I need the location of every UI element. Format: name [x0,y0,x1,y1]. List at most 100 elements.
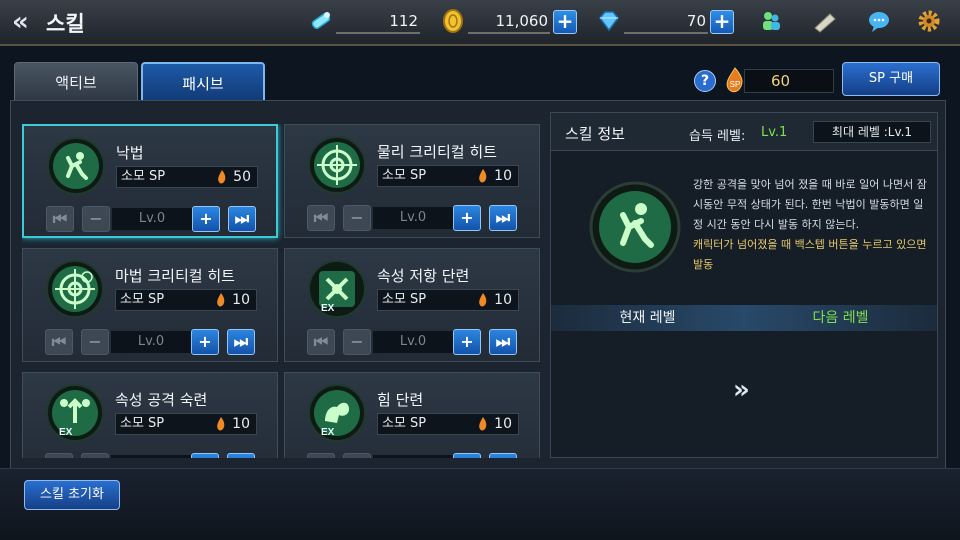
current-level-label: 현재 레벨 [619,310,676,326]
first-level-button[interactable]: ⏮ [46,206,74,232]
svg-text:EX: EX [321,303,335,314]
skill-cost: 소모 SP 10 [377,413,519,435]
skill-name: 낙법 [116,144,144,162]
first-level-button[interactable]: ⏮ [45,329,73,355]
sp-buy-button[interactable]: SP 구매 [842,62,940,96]
cost-label: 소모 SP [120,416,165,431]
skill-name: 물리 크리티컬 히트 [377,143,497,161]
page-title: 스킬 [46,12,85,36]
level-controls: ⏮ − Lv.0 + ⏭ [307,205,517,231]
energy-value: 112 [389,12,418,30]
max-level: 최대 레벨 :Lv.1 [813,121,931,143]
level-controls: ⏮ − Lv.0 + ⏭ [45,329,255,355]
cost-label: 소모 SP [120,292,165,307]
gear-icon[interactable] [916,8,942,34]
cost-value: 10 [232,416,250,432]
tab-active[interactable]: 액티브 [14,62,138,102]
info-title: 스킬 정보 [565,125,625,143]
skill-card[interactable]: EX 힘 단련 소모 SP 10 ⏮ − + ⏭ [284,372,540,458]
help-icon[interactable]: ? [694,70,716,92]
back-arrow-icon[interactable]: « [12,6,42,38]
skill-card[interactable]: EX 속성 공격 숙련 소모 SP 10 ⏮ − + ⏭ [22,372,278,458]
plus-button[interactable]: + [191,329,219,355]
minus-button[interactable]: − [81,453,109,458]
add-diamond-button[interactable]: + [710,10,734,34]
cost-value: 50 [233,169,251,185]
gold-value: 11,060 [495,12,549,30]
skill-cost: 소모 SP 10 [115,413,257,435]
first-level-button[interactable]: ⏮ [45,453,73,458]
first-level-button[interactable]: ⏮ [307,329,335,355]
add-gold-button[interactable]: + [553,10,577,34]
skill-card[interactable]: 마법 크리티컬 히트 소모 SP 10 ⏮ − Lv.0 + ⏭ [22,248,278,362]
minus-button[interactable]: − [343,329,371,355]
svg-text:SP: SP [730,80,741,89]
mail-icon[interactable] [812,8,838,34]
breakfall-skill-icon [47,137,105,195]
level-display [111,455,191,458]
gold-bar [468,32,550,34]
friends-icon[interactable] [758,8,784,34]
cost-value: 10 [494,168,512,184]
chat-icon[interactable] [866,8,892,34]
skill-card[interactable]: 낙법 소모 SP 50 ⏮ − Lv.0 + ⏭ [22,124,278,238]
minus-button[interactable]: − [343,453,371,458]
strength-skill-icon: EX [308,384,366,442]
diamond-value: 70 [686,12,706,30]
plus-button[interactable]: + [453,329,481,355]
level-controls: ⏮ − + ⏭ [45,453,255,458]
skill-cost: 소모 SP 10 [377,165,519,187]
max-level-button[interactable]: ⏭ [489,453,517,458]
skill-cost: 소모 SP 10 [377,289,519,311]
next-level-label: 다음 레벨 [812,310,869,326]
skill-description: 강한 공격을 맞아 넘어 졌을 때 바로 일어 나면서 잠시동안 무적 상태가 … [693,175,929,275]
skill-name: 마법 크리티컬 히트 [115,267,235,285]
top-bar: « 스킬 112 11,060 + 70 + [0,0,960,46]
flame-icon [217,417,225,431]
max-level-button[interactable]: ⏭ [227,329,255,355]
energy-bar [336,32,420,34]
first-level-button[interactable]: ⏮ [307,205,335,231]
element-attack-skill-icon: EX [46,384,104,442]
flame-icon [479,169,487,183]
description-highlight: 캐릭터가 넘어졌을 때 백스텝 버튼을 누르고 있으면 발동 [693,238,927,271]
skill-card[interactable]: EX 속성 저항 단련 소모 SP 10 ⏮ − Lv.0 + ⏭ [284,248,540,362]
bottom-bar [0,468,960,540]
acquired-level-label: 습득 레벨: [689,129,746,144]
level-controls: ⏮ − + ⏭ [307,453,517,458]
flame-icon [479,417,487,431]
level-display: Lv.0 [111,331,191,353]
cost-label: 소모 SP [121,169,166,184]
cost-value: 10 [494,416,512,432]
level-controls: ⏮ − Lv.0 + ⏭ [307,329,517,355]
skill-info-panel: 스킬 정보 습득 레벨: Lv.1 최대 레벨 :Lv.1 강한 공격을 맞아 … [550,112,938,458]
plus-button[interactable]: + [191,453,219,458]
diamond-bar [624,32,708,34]
plus-button[interactable]: + [192,206,220,232]
max-level-button[interactable]: ⏭ [228,206,256,232]
minus-button[interactable]: − [81,329,109,355]
skill-card[interactable]: 물리 크리티컬 히트 소모 SP 10 ⏮ − Lv.0 + ⏭ [284,124,540,238]
tab-passive[interactable]: 패시브 [141,62,265,102]
level-controls: ⏮ − Lv.0 + ⏭ [46,206,256,232]
skill-name: 힘 단련 [377,391,424,409]
acquired-level-value: Lv.1 [761,125,788,140]
double-arrow-icon: » [733,375,750,405]
max-level-button[interactable]: ⏭ [489,329,517,355]
first-level-button[interactable]: ⏮ [307,453,335,458]
cost-label: 소모 SP [382,292,427,307]
sp-flame-icon: SP [726,67,743,93]
plus-button[interactable]: + [453,453,481,458]
max-level-button[interactable]: ⏭ [227,453,255,458]
skill-reset-button[interactable]: 스킬 초기화 [24,480,120,510]
skill-list[interactable]: 낙법 소모 SP 50 ⏮ − Lv.0 + ⏭ 물리 크리티컬 히트 소모 S… [22,124,540,458]
level-display: Lv.0 [373,207,453,229]
cost-value: 10 [494,292,512,308]
level-compare-bar: 현재 레벨 다음 레벨 [551,305,937,331]
svg-text:EX: EX [59,427,73,438]
cost-label: 소모 SP [382,168,427,183]
minus-button[interactable]: − [343,205,371,231]
minus-button[interactable]: − [82,206,110,232]
max-level-button[interactable]: ⏭ [489,205,517,231]
plus-button[interactable]: + [453,205,481,231]
